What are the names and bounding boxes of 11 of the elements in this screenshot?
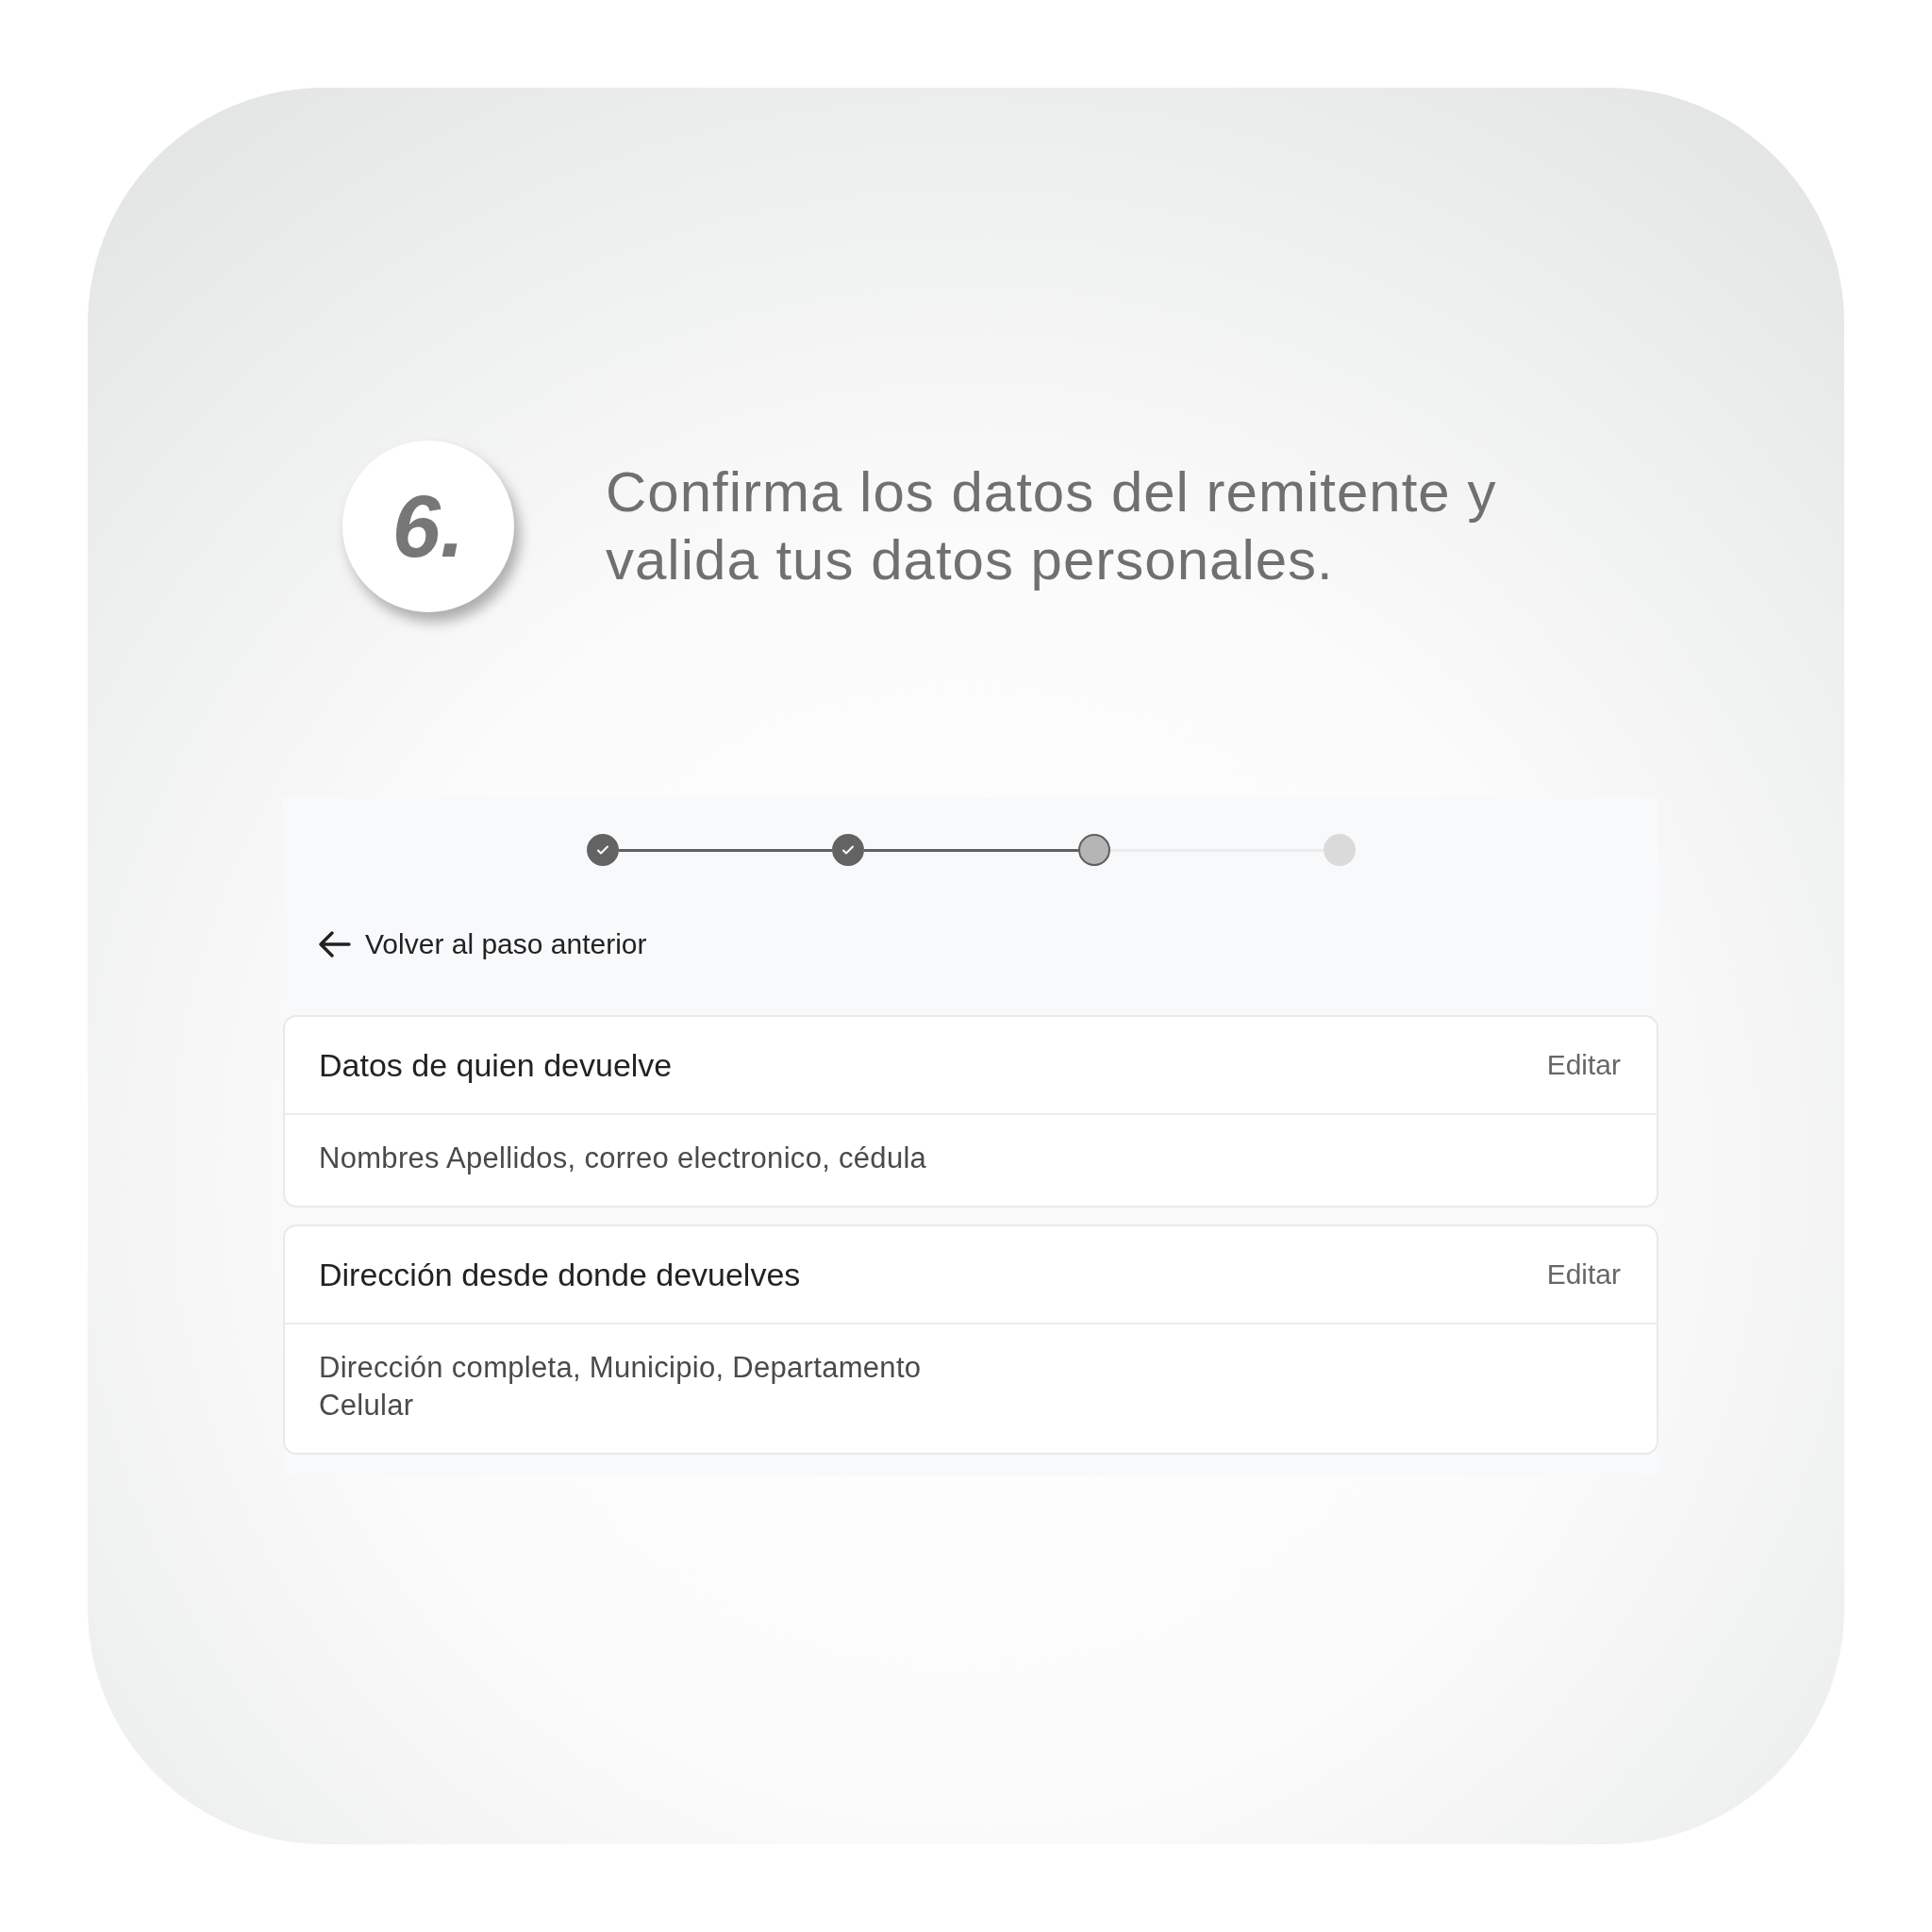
section-text: Nombres Apellidos, correo electronico, cédula <box>319 1141 928 1176</box>
step-number-badge: 6. <box>342 441 514 612</box>
section-title: Dirección desde donde devuelves <box>319 1256 801 1293</box>
section-title: Datos de quien devuelve <box>319 1046 673 1084</box>
instruction-text: Confirma los datos del remitente y valida tus datos personales. <box>606 459 1498 593</box>
back-arrow-icon <box>318 930 352 958</box>
edit-link[interactable]: Editar <box>1546 1258 1621 1291</box>
section-text: Dirección completa, Municipio, Departamento <box>319 1350 923 1386</box>
edit-link[interactable]: Editar <box>1546 1049 1621 1081</box>
section-text: Celular <box>319 1388 415 1424</box>
back-link[interactable]: Volver al paso anterior <box>318 928 647 960</box>
